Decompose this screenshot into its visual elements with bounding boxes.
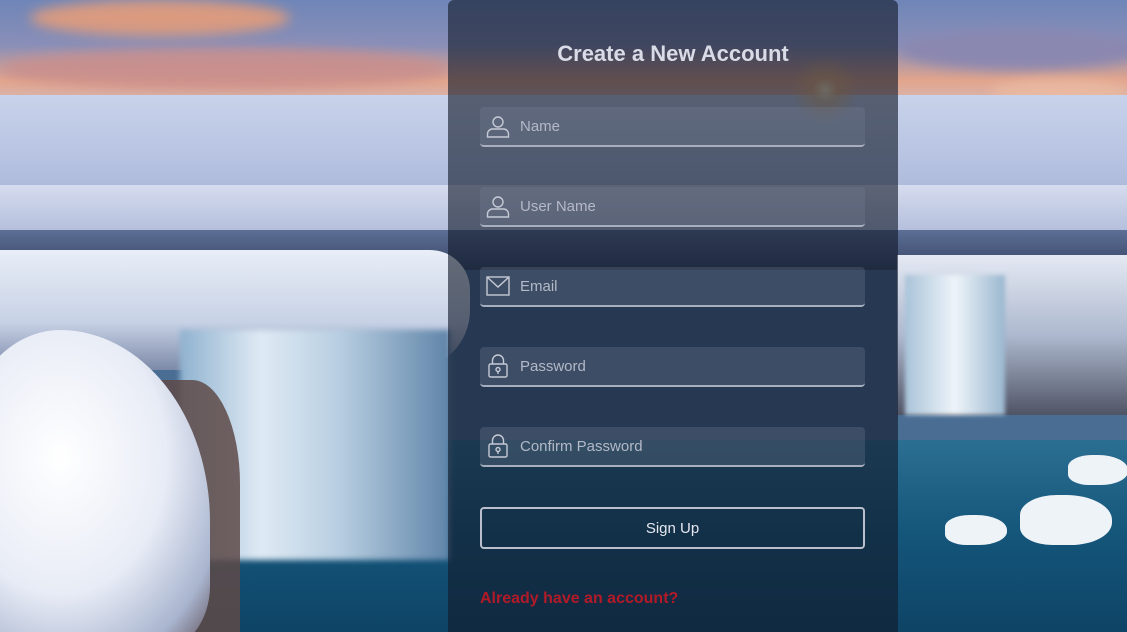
lock-icon — [486, 434, 510, 458]
ice-floe — [1068, 455, 1127, 485]
waterfall-right — [905, 275, 1005, 415]
cloud — [0, 48, 450, 90]
username-input[interactable] — [520, 187, 860, 225]
confirm-password-input[interactable] — [520, 427, 860, 465]
envelope-icon — [486, 274, 510, 298]
signup-form-panel: Create a New Account Name User Name Emai… — [448, 0, 898, 632]
ice-floe — [1020, 495, 1112, 545]
username-field — [480, 187, 865, 227]
user-icon — [486, 114, 510, 138]
ice-floe — [945, 515, 1007, 545]
login-link[interactable]: Already have an account? — [480, 590, 678, 608]
cloud — [30, 0, 290, 36]
email-input[interactable] — [520, 267, 860, 305]
user-icon — [486, 194, 510, 218]
lock-icon — [486, 354, 510, 378]
form-title: Create a New Account — [557, 41, 789, 66]
confirm-password-field — [480, 427, 865, 467]
email-field — [480, 267, 865, 307]
sign-up-button[interactable]: Sign Up — [480, 507, 865, 549]
name-input[interactable] — [520, 107, 860, 145]
cloud — [900, 30, 1127, 70]
password-input[interactable] — [520, 347, 860, 385]
password-field — [480, 347, 865, 387]
snow-bank-left — [0, 330, 210, 632]
name-field — [480, 107, 865, 147]
